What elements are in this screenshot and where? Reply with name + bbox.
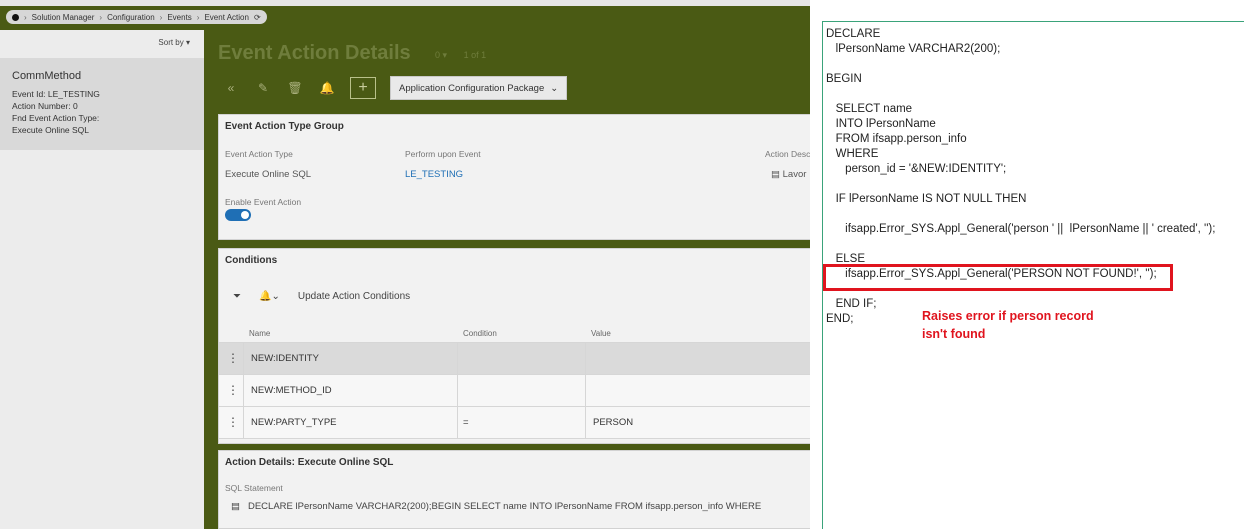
package-button-label: Application Configuration Package — [399, 82, 545, 94]
record-count: 0 ▾ 1 of 1 — [435, 50, 486, 61]
sql-statement-label: SQL Statement — [225, 483, 283, 493]
table-row[interactable]: ⋮ NEW:PARTY_TYPE = PERSON — [219, 407, 810, 439]
toggle-knob — [241, 211, 249, 219]
action-description-label: Action Desc — [765, 149, 810, 159]
cell-value: PERSON — [593, 417, 634, 428]
column-separator — [243, 343, 244, 374]
table-header: Name Condition Value — [219, 323, 810, 343]
breadcrumb-item[interactable]: Configuration — [107, 13, 155, 22]
column-separator — [457, 343, 458, 374]
column-header[interactable]: Value — [591, 329, 611, 338]
caret-down-icon[interactable]: ▾ — [443, 50, 448, 60]
conditions-table: Name Condition Value ⋮ NEW:IDENTITY ⋮ NE… — [219, 323, 810, 439]
enable-event-action-toggle[interactable] — [225, 209, 251, 221]
row-menu-icon[interactable]: ⋮ — [227, 383, 239, 397]
conditions-toolbar: ⏷ 🔔⌄ Update Action Conditions — [233, 291, 410, 302]
table-row[interactable]: ⋮ NEW:IDENTITY — [219, 343, 810, 375]
edit-icon[interactable]: ✎ — [254, 81, 272, 95]
sql-statement-preview[interactable]: ▤ DECLARE lPersonName VARCHAR2(200);BEGI… — [231, 501, 761, 512]
breadcrumb-item[interactable]: Solution Manager — [32, 13, 95, 22]
add-button[interactable]: + — [350, 77, 376, 99]
page-title: Event Action Details — [218, 42, 411, 64]
column-separator — [457, 407, 458, 438]
cell-name: NEW:METHOD_ID — [251, 385, 332, 396]
application-config-package-button[interactable]: Application Configuration Package ⌄ — [390, 76, 568, 100]
bell-icon[interactable]: 🔔⌄ — [259, 291, 280, 302]
sort-by-label: Sort by — [158, 38, 184, 47]
perform-upon-event-label: Perform upon Event — [405, 149, 481, 159]
delete-icon[interactable]: 🗑 — [286, 81, 304, 95]
perform-upon-event-link[interactable]: LE_TESTING — [405, 169, 463, 180]
group-title: Conditions — [225, 255, 278, 266]
breadcrumb-item[interactable]: Event Action — [204, 13, 248, 22]
record-line: Event Id: LE_TESTING — [12, 89, 100, 99]
column-separator — [585, 343, 586, 374]
breadcrumb: › Solution Manager › Configuration › Eve… — [6, 10, 267, 24]
chevron-right-icon: › — [159, 12, 163, 22]
collapse-icon[interactable]: « — [222, 81, 240, 95]
chevron-down-icon: ⌄ — [550, 82, 559, 94]
record-line: Execute Online SQL — [12, 125, 90, 135]
sql-statement-text: DECLARE lPersonName VARCHAR2(200);BEGIN … — [247, 501, 762, 512]
document-icon: ▤ — [231, 501, 240, 512]
column-header[interactable]: Condition — [463, 329, 497, 338]
row-menu-icon[interactable]: ⋮ — [227, 351, 239, 365]
record-line: Fnd Event Action Type: — [12, 113, 100, 123]
record-list-panel: Sort by ▾ CommMethod Event Id: LE_TESTIN… — [0, 30, 204, 529]
refresh-icon[interactable]: ⟳ — [254, 13, 261, 22]
column-separator — [243, 375, 244, 406]
row-menu-icon[interactable]: ⋮ — [227, 415, 239, 429]
update-action-conditions-button[interactable]: Update Action Conditions — [298, 291, 410, 302]
event-action-type-label: Event Action Type — [225, 149, 293, 159]
column-separator — [457, 375, 458, 406]
sort-by-dropdown[interactable]: Sort by ▾ — [158, 38, 190, 47]
cell-name: NEW:PARTY_TYPE — [251, 417, 337, 428]
record-title: CommMethod — [12, 70, 82, 82]
document-icon: ▤ — [771, 169, 780, 180]
chevron-right-icon: › — [24, 12, 27, 22]
event-action-type-group: Event Action Type Group Event Action Typ… — [218, 114, 810, 240]
sql-code-panel: DECLARE lPersonName VARCHAR2(200); BEGIN… — [822, 21, 1244, 529]
filter-icon[interactable]: ⏷ — [233, 291, 241, 302]
enable-event-action-label: Enable Event Action — [225, 197, 302, 207]
home-icon[interactable] — [12, 13, 19, 21]
bell-icon[interactable]: 🔔 — [318, 81, 336, 95]
top-bar: › Solution Manager › Configuration › Eve… — [0, 0, 810, 28]
highlight-box — [823, 264, 1173, 291]
record-line: Action Number: 0 — [12, 101, 78, 111]
group-title: Action Details: Execute Online SQL — [225, 457, 394, 468]
breadcrumb-item[interactable]: Events — [167, 13, 191, 22]
column-separator — [585, 407, 586, 438]
table-row[interactable]: ⋮ NEW:METHOD_ID — [219, 375, 810, 407]
toolbar: « ✎ 🗑 🔔 + Application Configuration Pack… — [222, 76, 568, 100]
action-description-text: Lavor — [782, 169, 807, 180]
record-card[interactable]: CommMethod Event Id: LE_TESTING Action N… — [0, 58, 204, 150]
column-separator — [585, 375, 586, 406]
action-details-group: Action Details: Execute Online SQL SQL S… — [218, 450, 810, 529]
cell-condition: = — [463, 417, 469, 428]
column-header[interactable]: Name — [249, 329, 270, 338]
annotation-text: Raises error if person record isn't foun… — [922, 309, 1094, 341]
chevron-right-icon: › — [99, 12, 103, 22]
conditions-group: Conditions ⏷ 🔔⌄ Update Action Conditions… — [218, 248, 810, 444]
cell-name: NEW:IDENTITY — [251, 353, 319, 364]
action-description-value: ▤ Lavor — [771, 169, 806, 180]
application-window: › Solution Manager › Configuration › Eve… — [0, 0, 810, 529]
pager-text: 1 of 1 — [463, 50, 487, 60]
caret-down-icon: ▾ — [185, 38, 190, 47]
count-value: 0 — [435, 50, 441, 60]
chevron-right-icon: › — [196, 12, 200, 22]
column-separator — [243, 407, 244, 438]
main-content: Event Action Details 0 ▾ 1 of 1 « ✎ 🗑 🔔 … — [210, 30, 810, 529]
event-action-type-value: Execute Online SQL — [225, 169, 312, 180]
top-strip — [0, 0, 810, 6]
group-title: Event Action Type Group — [225, 121, 344, 132]
